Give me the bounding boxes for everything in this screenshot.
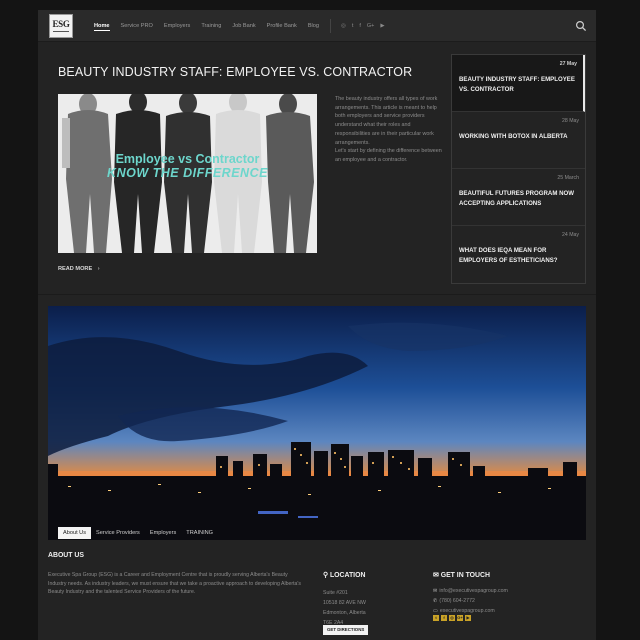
youtube-icon[interactable]: ▶ bbox=[380, 23, 384, 29]
header: ESG Home Service PRO Employers Training … bbox=[38, 10, 596, 42]
facebook-icon[interactable]: f bbox=[359, 23, 361, 29]
read-more-link[interactable]: READ MORE › bbox=[58, 266, 100, 272]
excerpt-paragraph-2: Let's start by defining the difference b… bbox=[335, 148, 442, 163]
article-excerpt: The beauty industry offers all types of … bbox=[335, 95, 443, 165]
post-date: 25 March bbox=[557, 175, 579, 181]
location-address: Suite #201 10518 82 AVE NW Edmonton, Alb… bbox=[323, 588, 366, 628]
post-date: 24 May bbox=[561, 232, 579, 238]
website-text: executivespagroup.com bbox=[439, 608, 495, 614]
youtube-icon[interactable]: ▶ bbox=[465, 615, 471, 621]
contact-phone[interactable]: ✆ (780) 604-2772 bbox=[433, 596, 508, 606]
excerpt-paragraph-1: The beauty industry offers all types of … bbox=[335, 96, 438, 146]
email-text: info@executivespagroup.com bbox=[439, 588, 508, 594]
phone-text: (780) 604-2772 bbox=[439, 598, 475, 604]
logo-text: ESG bbox=[52, 19, 70, 29]
post-item[interactable]: 27 May BEAUTY INDUSTRY STAFF: EMPLOYEE V… bbox=[452, 55, 585, 112]
post-item[interactable]: 24 May WHAT DOES IEQA MEAN FOR EMPLOYERS… bbox=[452, 226, 585, 283]
address-line: Edmonton, Alberta bbox=[323, 610, 366, 616]
google-plus-icon[interactable]: G+ bbox=[457, 615, 463, 621]
section-divider bbox=[38, 294, 596, 295]
monitor-icon: ▭ bbox=[433, 608, 438, 614]
location-heading-label: LOCATION bbox=[329, 572, 366, 579]
tab-training[interactable]: TRAINING bbox=[181, 527, 218, 539]
post-item[interactable]: 25 March BEAUTIFUL FUTURES PROGRAM NOW A… bbox=[452, 169, 585, 226]
get-in-touch-heading: ✉ GET IN TOUCH bbox=[433, 571, 490, 579]
nav-item-home[interactable]: Home bbox=[94, 10, 110, 42]
about-heading: ABOUT US bbox=[48, 552, 84, 559]
tab-employers[interactable]: Employers bbox=[145, 527, 181, 539]
logo-underline bbox=[53, 31, 69, 32]
instagram-icon[interactable]: ◎ bbox=[449, 615, 455, 621]
address-line: Suite #201 bbox=[323, 590, 348, 596]
hero-caption-line1: Employee vs Contractor bbox=[115, 152, 260, 166]
nav-item-blog[interactable]: Blog bbox=[308, 10, 319, 42]
chevron-right-icon: › bbox=[97, 266, 100, 272]
twitter-icon[interactable]: t bbox=[352, 23, 354, 29]
post-title[interactable]: BEAUTY INDUSTRY STAFF: EMPLOYEE VS. CONT… bbox=[459, 75, 581, 95]
post-item[interactable]: 28 May WORKING WITH BOTOX IN ALBERTA bbox=[452, 112, 585, 169]
chat-icon: ✉ bbox=[433, 572, 441, 579]
post-title[interactable]: BEAUTIFUL FUTURES PROGRAM NOW ACCEPTING … bbox=[459, 189, 581, 209]
facebook-icon[interactable]: f bbox=[441, 615, 447, 621]
contact-details: ✉ info@executivespagroup.com ✆ (780) 604-2… bbox=[433, 586, 508, 616]
get-directions-button[interactable]: GET DIRECTIONS bbox=[323, 625, 369, 635]
latest-posts-list: 27 May BEAUTY INDUSTRY STAFF: EMPLOYEE V… bbox=[451, 54, 586, 284]
hero-caption-line2: KNOW THE DIFFERENCE bbox=[107, 166, 268, 180]
site-container: ESG Home Service PRO Employers Training … bbox=[38, 10, 596, 640]
nav-item-job-bank[interactable]: Job Bank bbox=[232, 10, 255, 42]
header-social-links: ◎ t f G+ ▶ bbox=[341, 23, 391, 29]
instagram-icon[interactable]: ◎ bbox=[341, 23, 346, 29]
article-hero-image[interactable]: Employee vs Contractor KNOW THE DIFFEREN… bbox=[58, 94, 317, 253]
phone-icon: ✆ bbox=[433, 598, 438, 604]
main-nav: Home Service PRO Employers Training Job … bbox=[94, 10, 391, 42]
nav-item-training[interactable]: Training bbox=[201, 10, 221, 42]
get-in-touch-label: GET IN TOUCH bbox=[440, 572, 490, 579]
nav-item-employers[interactable]: Employers bbox=[164, 10, 190, 42]
post-title[interactable]: WORKING WITH BOTOX IN ALBERTA bbox=[459, 132, 581, 142]
envelope-icon: ✉ bbox=[433, 588, 438, 594]
post-date: 28 May bbox=[561, 118, 579, 124]
nav-divider bbox=[330, 19, 332, 33]
logo[interactable]: ESG bbox=[49, 14, 73, 38]
about-text: Executive Spa Group (ESG) is a Career an… bbox=[48, 572, 302, 596]
post-title[interactable]: WHAT DOES IEQA MEAN FOR EMPLOYERS OF EST… bbox=[459, 246, 581, 266]
banner-tabs: About Us Service Providers Employers TRA… bbox=[58, 527, 218, 539]
tab-service-providers[interactable]: Service Providers bbox=[91, 527, 145, 539]
twitter-icon[interactable]: t bbox=[433, 615, 439, 621]
address-line: 10518 82 AVE NW bbox=[323, 600, 366, 606]
map-marker-icon: ⚲ bbox=[323, 572, 330, 579]
footer-social-links: t f ◎ G+ ▶ bbox=[433, 615, 473, 621]
nav-item-service-pro[interactable]: Service PRO bbox=[121, 10, 153, 42]
post-date: 27 May bbox=[559, 61, 577, 67]
nav-item-profile-bank[interactable]: Profile Bank bbox=[267, 10, 297, 42]
location-heading: ⚲ LOCATION bbox=[323, 571, 365, 579]
search-icon[interactable] bbox=[575, 20, 587, 32]
city-skyline-banner bbox=[48, 306, 586, 540]
google-plus-icon[interactable]: G+ bbox=[367, 23, 375, 29]
article-title[interactable]: BEAUTY INDUSTRY STAFF: EMPLOYEE VS. CONT… bbox=[58, 65, 412, 79]
skyline-image bbox=[48, 306, 586, 540]
read-more-label: READ MORE bbox=[58, 266, 93, 272]
contact-email[interactable]: ✉ info@executivespagroup.com bbox=[433, 586, 508, 596]
tab-about-us[interactable]: About Us bbox=[58, 527, 92, 539]
